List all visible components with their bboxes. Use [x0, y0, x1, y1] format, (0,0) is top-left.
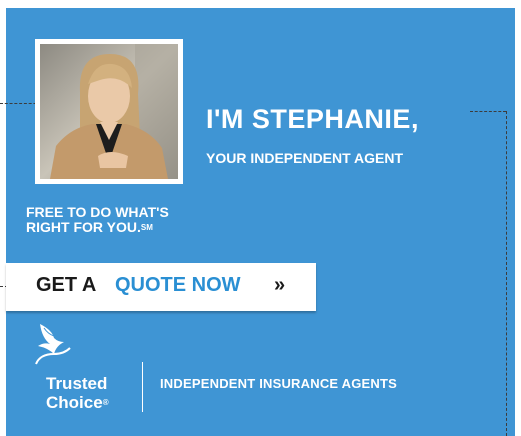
cta-text-1: GET A: [36, 274, 97, 296]
agent-portrait-icon: [40, 44, 178, 179]
get-quote-button[interactable]: GET A QUOTE NOW »: [6, 263, 316, 311]
footer-tagline: INDEPENDENT INSURANCE AGENTS: [160, 376, 397, 391]
divider: [142, 362, 143, 412]
logo-text-choice: Choice: [46, 393, 103, 412]
logo-text-line-1: Trusted: [46, 374, 108, 393]
registered-mark: ®: [102, 398, 109, 407]
headline: I'M STEPHANIE,: [206, 104, 419, 134]
trusted-choice-logo: Trusted Choice®: [28, 320, 128, 420]
service-mark: SM: [140, 223, 153, 232]
tagline-line-2-text: RIGHT FOR YOU.: [26, 219, 141, 235]
subheadline: YOUR INDEPENDENT AGENT: [206, 150, 404, 166]
tagline-line-1: FREE TO DO WHAT'S: [26, 204, 169, 220]
eagle-logo-icon: [35, 324, 71, 365]
agent-photo: [35, 39, 183, 184]
insurance-ad-banner[interactable]: I'M STEPHANIE, YOUR INDEPENDENT AGENT FR…: [0, 0, 521, 436]
tagline-line-2: RIGHT FOR YOU.SM: [26, 220, 169, 235]
dashed-guide-line: [470, 111, 506, 112]
tagline: FREE TO DO WHAT'S RIGHT FOR YOU.SM: [26, 205, 169, 235]
cta-text-2: QUOTE NOW: [115, 274, 241, 296]
logo-text-line-2: Choice®: [46, 393, 109, 412]
cta-arrow: »: [274, 274, 286, 296]
dashed-guide-line: [506, 111, 507, 436]
